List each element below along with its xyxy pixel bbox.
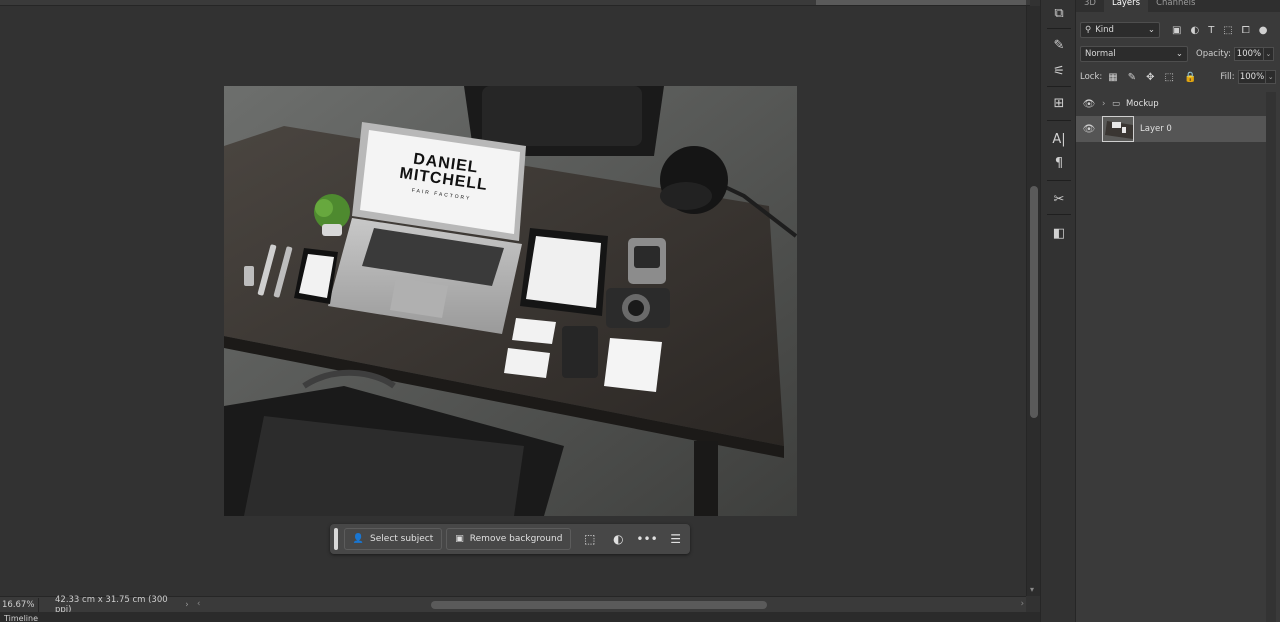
filter-type-icon[interactable]: T bbox=[1208, 25, 1214, 36]
horizontal-scrollbar[interactable]: ‹ › bbox=[195, 598, 1026, 612]
person-icon: 👤 bbox=[352, 534, 365, 544]
vertical-scroll-thumb[interactable] bbox=[1030, 186, 1038, 418]
lock-label: Lock: bbox=[1080, 72, 1103, 82]
blend-mode-value: Normal bbox=[1085, 49, 1116, 59]
remove-background-button[interactable]: ▣ Remove background bbox=[446, 528, 572, 550]
settings-sliders-icon[interactable]: ☰ bbox=[661, 528, 690, 550]
vertical-scrollbar[interactable]: ▾ bbox=[1026, 6, 1040, 596]
scroll-right-arrow-icon[interactable]: › bbox=[1021, 599, 1024, 609]
adjustments-icon[interactable]: ⚟ bbox=[1047, 60, 1071, 82]
zoom-level[interactable]: 16.67% bbox=[0, 600, 38, 610]
horizontal-scroll-thumb[interactable] bbox=[431, 600, 767, 609]
chevron-right-icon[interactable]: › bbox=[1102, 99, 1112, 109]
adjustment-icon[interactable]: ◐ bbox=[604, 528, 633, 550]
status-bar: 16.67% 42.33 cm x 31.75 cm (300 ppi) › ‹… bbox=[0, 595, 1026, 615]
tab-channels[interactable]: Channels bbox=[1148, 0, 1203, 12]
fill-input[interactable]: 100% bbox=[1237, 70, 1267, 84]
panel-tabs: 3D Layers Channels bbox=[1076, 0, 1280, 12]
fill-dropdown-icon[interactable]: ⌄ bbox=[1266, 70, 1276, 84]
lock-position-icon[interactable]: ✥ bbox=[1146, 72, 1154, 83]
select-subject-button[interactable]: 👤 Select subject bbox=[343, 528, 443, 550]
brush-settings-icon[interactable]: ✎ bbox=[1047, 34, 1071, 56]
remove-background-label: Remove background bbox=[469, 534, 563, 544]
panel-tools-strip: ⧉ ✎ ⚟ ⊞ A| ¶ ✂ ◧ bbox=[1040, 0, 1076, 622]
opacity-input[interactable]: 100% bbox=[1233, 47, 1264, 61]
filter-shape-icon[interactable]: ⬚ bbox=[1223, 25, 1232, 36]
document-image[interactable]: DANIEL MITCHELL FAIR FACTORY bbox=[224, 86, 797, 516]
more-options-icon[interactable]: ••• bbox=[633, 528, 662, 550]
properties-icon[interactable]: ◧ bbox=[1047, 222, 1071, 244]
folder-icon: ▭ bbox=[1112, 99, 1121, 109]
layer-row-layer-0[interactable]: 👁 Layer 0 bbox=[1076, 116, 1266, 142]
layer-thumbnail bbox=[1102, 116, 1134, 142]
tab-layers[interactable]: Layers bbox=[1103, 0, 1149, 12]
history-brush-icon[interactable]: ⧉ bbox=[1047, 2, 1071, 24]
lock-transparent-icon[interactable]: ▦ bbox=[1108, 72, 1117, 83]
lock-image-icon[interactable]: ✎ bbox=[1128, 72, 1136, 83]
search-icon: ⚲ bbox=[1085, 25, 1092, 35]
layers-scrollbar[interactable] bbox=[1266, 92, 1276, 622]
layers-panel: 3D Layers Channels ⚲ Kind ⌄ ▣ ◐ T ⬚ ⧠ ● … bbox=[1076, 0, 1280, 622]
filter-adjustment-icon[interactable]: ◐ bbox=[1190, 25, 1199, 36]
chevron-down-icon: ⌄ bbox=[1147, 25, 1155, 35]
layer-filter-kind-select[interactable]: ⚲ Kind ⌄ bbox=[1080, 22, 1160, 38]
contextual-taskbar: 👤 Select subject ▣ Remove background ⬚ ◐… bbox=[330, 524, 690, 554]
transform-icon[interactable]: ⬚ bbox=[575, 528, 604, 550]
lock-artboard-icon[interactable]: ⬚ bbox=[1164, 72, 1173, 83]
layer-name: Layer 0 bbox=[1140, 124, 1172, 134]
character-icon[interactable]: A| bbox=[1047, 128, 1071, 150]
filter-toggle-icon[interactable]: ● bbox=[1259, 25, 1268, 36]
tab-3d[interactable]: 3D bbox=[1076, 0, 1104, 12]
filter-smart-object-icon[interactable]: ⧠ bbox=[1242, 25, 1250, 36]
kind-label: Kind bbox=[1095, 25, 1114, 35]
opacity-dropdown-icon[interactable]: ⌄ bbox=[1263, 47, 1274, 61]
clone-source-icon[interactable]: ⊞ bbox=[1047, 92, 1071, 114]
timeline-panel-tab[interactable]: Timeline bbox=[0, 612, 1040, 622]
select-subject-label: Select subject bbox=[370, 534, 434, 544]
chevron-right-icon[interactable]: › bbox=[179, 600, 195, 610]
image-icon: ▣ bbox=[455, 534, 464, 544]
blend-mode-select[interactable]: Normal ⌄ bbox=[1080, 46, 1188, 62]
chevron-down-icon: ⌄ bbox=[1175, 49, 1183, 59]
scroll-left-arrow-icon[interactable]: ‹ bbox=[197, 599, 200, 609]
opacity-label: Opacity: bbox=[1196, 49, 1231, 59]
layer-name: Mockup bbox=[1126, 99, 1159, 109]
lock-all-icon[interactable]: 🔒 bbox=[1184, 72, 1196, 83]
taskbar-grip[interactable] bbox=[334, 528, 338, 550]
canvas-area[interactable]: DANIEL MITCHELL FAIR FACTORY bbox=[0, 6, 1026, 596]
visibility-eye-icon[interactable]: 👁 bbox=[1076, 99, 1102, 110]
paragraph-icon[interactable]: ¶ bbox=[1047, 152, 1071, 174]
visibility-eye-icon[interactable]: 👁 bbox=[1076, 124, 1102, 135]
tool-presets-icon[interactable]: ✂ bbox=[1047, 188, 1071, 210]
fill-label: Fill: bbox=[1220, 72, 1235, 82]
layer-row-mockup[interactable]: 👁 › ▭ Mockup bbox=[1076, 94, 1266, 114]
scroll-down-arrow-icon[interactable]: ▾ bbox=[1030, 585, 1034, 594]
filter-pixel-icon[interactable]: ▣ bbox=[1172, 25, 1181, 36]
top-scroll-thumb[interactable] bbox=[816, 0, 1026, 5]
